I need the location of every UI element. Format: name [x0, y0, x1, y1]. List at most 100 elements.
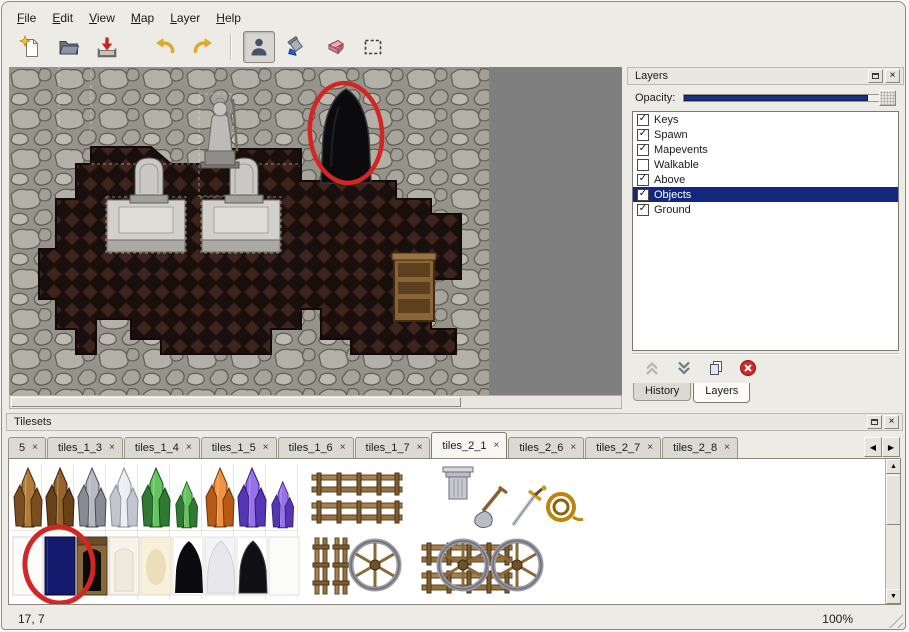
undo-arrow-icon — [153, 35, 177, 59]
layer-visibility-checkbox[interactable]: ✓ — [637, 129, 649, 141]
map-editor-window: File Edit View Map Layer Help — [1, 1, 906, 630]
layer-name: Objects — [654, 189, 691, 201]
scrollbar-thumb[interactable] — [11, 397, 461, 407]
layer-visibility-checkbox[interactable]: ✓ — [637, 204, 649, 216]
close-panel-button[interactable]: × — [885, 69, 900, 83]
layer-row-mapevents[interactable]: ✓ Mapevents — [633, 142, 898, 157]
menu-map[interactable]: Map — [123, 9, 162, 27]
float-panel-button[interactable] — [867, 415, 882, 429]
scroll-tabs-right-button[interactable]: ▶ — [882, 437, 900, 457]
layer-row-walkable[interactable]: ✓ Walkable — [633, 157, 898, 172]
layer-name: Spawn — [654, 129, 688, 141]
eraser-tool-button[interactable] — [319, 31, 351, 63]
layer-visibility-checkbox[interactable]: ✓ — [637, 114, 649, 126]
tileset-tab-tiles_2_8[interactable]: tiles_2_8× — [662, 437, 738, 458]
tileset-vertical-scrollbar[interactable]: ▲ ▼ — [885, 459, 900, 604]
map-horizontal-scrollbar[interactable] — [9, 395, 622, 409]
tileset-tab-tiles_1_4[interactable]: tiles_1_4× — [124, 437, 200, 458]
scroll-tabs-left-button[interactable]: ◀ — [864, 437, 882, 457]
menu-edit[interactable]: Edit — [44, 9, 81, 27]
layer-visibility-checkbox[interactable]: ✓ — [637, 174, 649, 186]
open-button[interactable] — [53, 31, 85, 63]
layers-panel-titlebar: Layers × — [627, 67, 904, 85]
tab-close-icon[interactable]: × — [570, 443, 576, 453]
tileset-canvas[interactable] — [9, 459, 887, 605]
dock-tabbar: History Layers — [633, 383, 750, 407]
menu-layer[interactable]: Layer — [162, 9, 208, 27]
tileset-tab-tiles_1_5[interactable]: tiles_1_5× — [201, 437, 277, 458]
tileset-canvas-viewport: ▲ ▼ — [8, 458, 901, 605]
menu-view[interactable]: View — [81, 9, 123, 27]
duplicate-layer-button[interactable] — [704, 356, 728, 380]
layer-visibility-checkbox[interactable]: ✓ — [637, 144, 649, 156]
save-download-icon — [95, 35, 119, 59]
tab-close-icon[interactable]: × — [186, 443, 192, 453]
fill-tool-button[interactable] — [281, 31, 313, 63]
opacity-row: Opacity: — [627, 87, 904, 109]
slider-fill — [684, 95, 868, 101]
float-panel-button[interactable] — [868, 69, 883, 83]
tile-cave-black[interactable] — [173, 537, 203, 595]
tab-layers[interactable]: Layers — [693, 383, 750, 403]
new-file-icon — [19, 35, 43, 59]
tab-close-icon[interactable]: × — [493, 441, 499, 451]
layer-name: Walkable — [654, 159, 699, 171]
tile-door-ghost[interactable] — [109, 537, 139, 595]
cursor-coordinates: 17, 7 — [6, 612, 45, 626]
new-file-button[interactable] — [15, 31, 47, 63]
tileset-tab-tiles_2_7[interactable]: tiles_2_7× — [585, 437, 661, 458]
opacity-slider[interactable] — [683, 89, 896, 107]
tilesets-panel: Tilesets × 5× tiles_1_3× tiles_1_4× tile… — [6, 413, 903, 607]
tileset-tabbar: 5× tiles_1_3× tiles_1_4× tiles_1_5× tile… — [8, 432, 859, 458]
tab-close-icon[interactable]: × — [340, 443, 346, 453]
tilesets-panel-titlebar: Tilesets × — [6, 413, 903, 431]
layer-list: ✓ Keys ✓ Spawn ✓ Mapevents ✓ Walkable ✓ … — [632, 111, 899, 351]
menu-file[interactable]: File — [9, 9, 44, 27]
close-panel-button[interactable]: × — [884, 415, 899, 429]
open-folder-icon — [57, 35, 81, 59]
scroll-down-button[interactable]: ▼ — [886, 589, 901, 604]
tileset-tab-tiles_1_3[interactable]: tiles_1_3× — [47, 437, 123, 458]
tile-blank[interactable] — [269, 537, 299, 595]
tileset-tab-tiles_1_7[interactable]: tiles_1_7× — [355, 437, 431, 458]
layer-name: Above — [654, 174, 685, 186]
layer-row-spawn[interactable]: ✓ Spawn — [633, 127, 898, 142]
tab-close-icon[interactable]: × — [417, 443, 423, 453]
layer-visibility-checkbox[interactable]: ✓ — [637, 189, 649, 201]
tile-cave-black-2[interactable] — [237, 537, 267, 595]
layer-row-ground[interactable]: ✓ Ground — [633, 202, 898, 217]
tab-close-icon[interactable]: × — [647, 443, 653, 453]
layer-row-keys[interactable]: ✓ Keys — [633, 112, 898, 127]
tile-pale[interactable] — [141, 537, 171, 595]
zoom-level: 100% — [822, 612, 853, 626]
tab-history[interactable]: History — [633, 383, 691, 401]
tile-selected-navy[interactable] — [45, 537, 75, 595]
redo-button[interactable] — [187, 31, 219, 63]
tab-close-icon[interactable]: × — [263, 443, 269, 453]
layer-visibility-checkbox[interactable]: ✓ — [637, 159, 649, 171]
stamp-tool-button[interactable] — [243, 31, 275, 63]
tab-close-icon[interactable]: × — [724, 443, 730, 453]
tileset-tab-tiles_1_6[interactable]: tiles_1_6× — [278, 437, 354, 458]
tile-cave-ghost[interactable] — [205, 537, 235, 595]
lower-layer-button[interactable] — [672, 356, 696, 380]
raise-layer-button[interactable] — [640, 356, 664, 380]
scrollbar-thumb[interactable] — [886, 475, 901, 525]
tileset-tab-tiles_2_1[interactable]: tiles_2_1× — [431, 432, 507, 458]
tileset-tab-tiles_2_6[interactable]: tiles_2_6× — [508, 437, 584, 458]
delete-layer-button[interactable] — [736, 356, 760, 380]
tileset-tab-5[interactable]: 5× — [8, 437, 46, 458]
scroll-up-button[interactable]: ▲ — [886, 459, 901, 474]
save-button[interactable] — [91, 31, 123, 63]
layer-row-above[interactable]: ✓ Above — [633, 172, 898, 187]
menu-help[interactable]: Help — [208, 9, 249, 27]
slider-handle[interactable] — [879, 90, 896, 106]
select-tool-button[interactable] — [357, 31, 389, 63]
tab-close-icon[interactable]: × — [32, 443, 38, 453]
tab-close-icon[interactable]: × — [109, 443, 115, 453]
opacity-label: Opacity: — [635, 92, 675, 104]
float-icon — [871, 419, 878, 425]
undo-button[interactable] — [149, 31, 181, 63]
map-canvas[interactable] — [9, 67, 622, 395]
layer-row-objects[interactable]: ✓ Objects — [633, 187, 898, 202]
